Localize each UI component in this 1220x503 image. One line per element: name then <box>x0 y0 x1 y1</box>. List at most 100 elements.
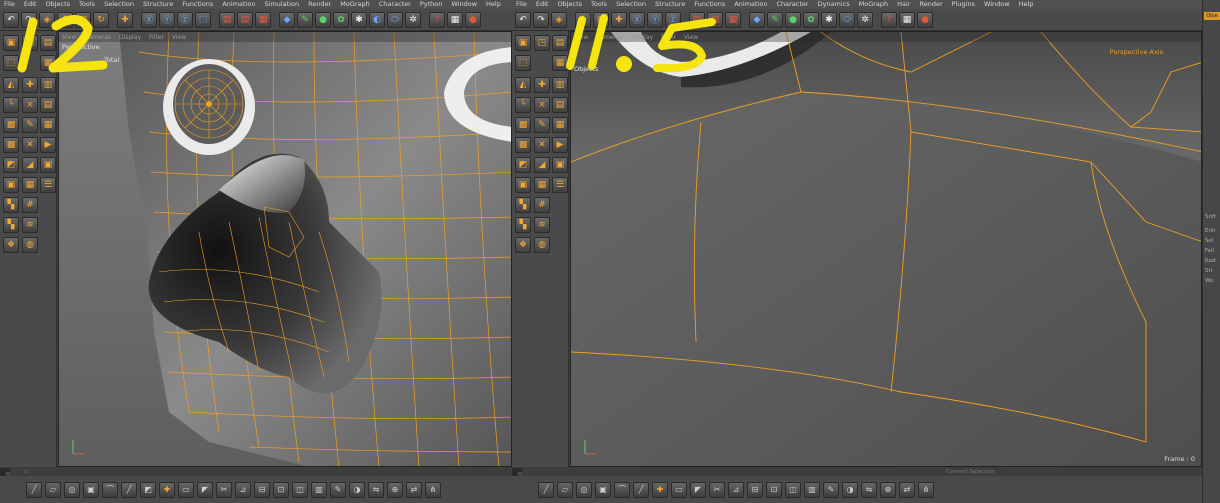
bridge-tool-icon[interactable]: ▥ <box>804 481 820 498</box>
live-select-icon[interactable]: ◈ <box>39 11 55 28</box>
camera-icon[interactable]: ✲ <box>405 11 421 28</box>
checker-icon[interactable]: ▚ <box>515 197 531 213</box>
undo-icon[interactable]: ↶ <box>3 11 19 28</box>
measure-icon[interactable]: ◍ <box>534 237 550 253</box>
plane-tool-icon[interactable]: ▱ <box>45 481 61 498</box>
redo-icon[interactable]: ↷ <box>21 11 37 28</box>
axis-mode-icon[interactable]: ✚ <box>22 77 38 93</box>
record-icon[interactable]: ● <box>917 11 933 28</box>
x-axis-icon[interactable]: Ⓧ <box>629 11 645 28</box>
vp-menu-display[interactable]: Display <box>631 34 653 41</box>
bottom-tab[interactable]: ▭ <box>24 469 29 475</box>
menu-file[interactable]: File <box>4 0 15 9</box>
tweak-mode-icon[interactable]: ▥ <box>40 77 56 93</box>
mograph-icon[interactable]: ❖ <box>515 237 531 253</box>
stitch-tool-icon[interactable]: ⋔ <box>918 481 934 498</box>
scene-icon[interactable]: ⬭ <box>839 11 855 28</box>
extrude-icon[interactable]: ✕ <box>534 137 550 153</box>
menu-functions[interactable]: Functions <box>182 0 213 9</box>
slide-tool-icon[interactable]: ⇄ <box>899 481 915 498</box>
vp-menu-view[interactable]: View <box>62 34 76 41</box>
fill-tool-icon[interactable]: ◫ <box>292 481 308 498</box>
grid-icon[interactable]: ▦ <box>534 177 550 193</box>
bridge-icon[interactable]: ▩ <box>3 137 19 153</box>
checker-small-icon[interactable]: ▚ <box>3 217 19 233</box>
side-item-sel[interactable]: Sel <box>1205 238 1213 244</box>
side-item-str[interactable]: Str <box>1205 268 1213 274</box>
sphere-tool-icon[interactable]: ◎ <box>64 481 80 498</box>
menu-window[interactable]: Window <box>984 0 1010 9</box>
cube-icon[interactable]: ◆ <box>279 11 295 28</box>
paint-icon[interactable]: ☰ <box>40 177 56 193</box>
loop-tool-icon[interactable]: ⊟ <box>254 481 270 498</box>
render-picture-viewer-icon[interactable]: ▤ <box>237 11 253 28</box>
brush-icon[interactable]: ◩ <box>515 157 531 173</box>
menu-dynamics[interactable]: Dynamics <box>818 0 850 9</box>
hash-icon[interactable]: # <box>22 197 38 213</box>
texture-mode-icon[interactable]: ▤ <box>552 35 568 51</box>
hash-icon[interactable]: # <box>534 197 550 213</box>
move-icon[interactable]: ✥ <box>575 11 591 28</box>
menu-edit[interactable]: Edit <box>24 0 37 9</box>
menu-python[interactable]: Python <box>420 0 443 9</box>
menu-simulation[interactable]: Simulation <box>264 0 299 9</box>
uvw-icon[interactable]: ▩ <box>515 117 531 133</box>
camera-icon[interactable]: ✲ <box>857 11 873 28</box>
render-view-icon[interactable]: ▤ <box>689 11 705 28</box>
side-item-enh[interactable]: Enh <box>1205 228 1215 234</box>
menu-selection[interactable]: Selection <box>616 0 646 9</box>
scale-icon[interactable]: ▣ <box>75 11 91 28</box>
loop-tool-icon[interactable]: ⊟ <box>747 481 763 498</box>
menu-tools[interactable]: Tools <box>591 0 607 9</box>
render-active-icon[interactable]: ▦ <box>552 117 568 133</box>
weld-tool-icon[interactable]: ⊕ <box>880 481 896 498</box>
add-icon[interactable]: ✚ <box>117 11 133 28</box>
record-icon[interactable]: ● <box>465 11 481 28</box>
menu-objects[interactable]: Objects <box>45 0 70 9</box>
workplane-icon[interactable]: × <box>22 97 38 113</box>
menu-file[interactable]: File <box>516 0 527 9</box>
extrude-icon[interactable]: ✕ <box>22 137 38 153</box>
grid-icon[interactable]: ▦ <box>22 177 38 193</box>
sphere-tool-icon[interactable]: ◎ <box>576 481 592 498</box>
y-axis-icon[interactable]: Ⓨ <box>647 11 663 28</box>
add-icon[interactable]: ✚ <box>611 11 627 28</box>
vp-menu-view-2[interactable]: View <box>172 34 186 41</box>
play-icon[interactable]: ▶ <box>552 137 568 153</box>
menu-character[interactable]: Character <box>776 0 808 9</box>
scale-icon[interactable]: ▣ <box>593 11 609 28</box>
magnet-tool-icon[interactable]: ◑ <box>349 481 365 498</box>
frame-tool-icon[interactable]: ◩ <box>140 481 156 498</box>
y-axis-icon[interactable]: Ⓨ <box>159 11 175 28</box>
menu-animation[interactable]: Animation <box>734 0 767 9</box>
render-active-icon[interactable]: ▦ <box>40 117 56 133</box>
menu-render[interactable]: Render <box>308 0 331 9</box>
redo-icon[interactable]: ↷ <box>533 11 549 28</box>
use-object-mode-icon[interactable]: ◳ <box>22 35 38 51</box>
layout-icon[interactable]: ▦ <box>899 11 915 28</box>
deformer-icon[interactable]: ✱ <box>351 11 367 28</box>
side-item-fall[interactable]: Fall <box>1205 248 1214 254</box>
points-mode-icon[interactable]: ⬚ <box>515 55 531 71</box>
brush-tool-icon[interactable]: ✎ <box>330 481 346 498</box>
vp-menu-display[interactable]: Display <box>119 34 141 41</box>
line-tool-icon[interactable]: ╱ <box>26 481 42 498</box>
use-model-mode-icon[interactable]: ▣ <box>3 35 19 51</box>
points-mode-icon[interactable]: ⬚ <box>3 55 19 71</box>
array-icon[interactable]: ✿ <box>333 11 349 28</box>
checker-icon[interactable]: ▚ <box>3 197 19 213</box>
render-view-icon[interactable]: ▤ <box>219 11 235 28</box>
fill-tool-icon[interactable]: ◫ <box>785 481 801 498</box>
menu-selection[interactable]: Selection <box>104 0 134 9</box>
soft-selection-icon[interactable]: ▤ <box>552 97 568 113</box>
side-item-wo[interactable]: Wo <box>1205 278 1213 284</box>
polygons-mode-icon[interactable]: ◭ <box>3 77 19 93</box>
nurbs-icon[interactable]: ● <box>785 11 801 28</box>
bridge-tool-icon[interactable]: ▥ <box>311 481 327 498</box>
slide-tool-icon[interactable]: ⇄ <box>406 481 422 498</box>
menu-window[interactable]: Window <box>451 0 477 9</box>
polygons-mode-icon[interactable]: ◭ <box>515 77 531 93</box>
menu-objects[interactable]: Objects <box>557 0 582 9</box>
knife-icon[interactable]: ✎ <box>22 117 38 133</box>
z-axis-icon[interactable]: Ⓩ <box>177 11 193 28</box>
